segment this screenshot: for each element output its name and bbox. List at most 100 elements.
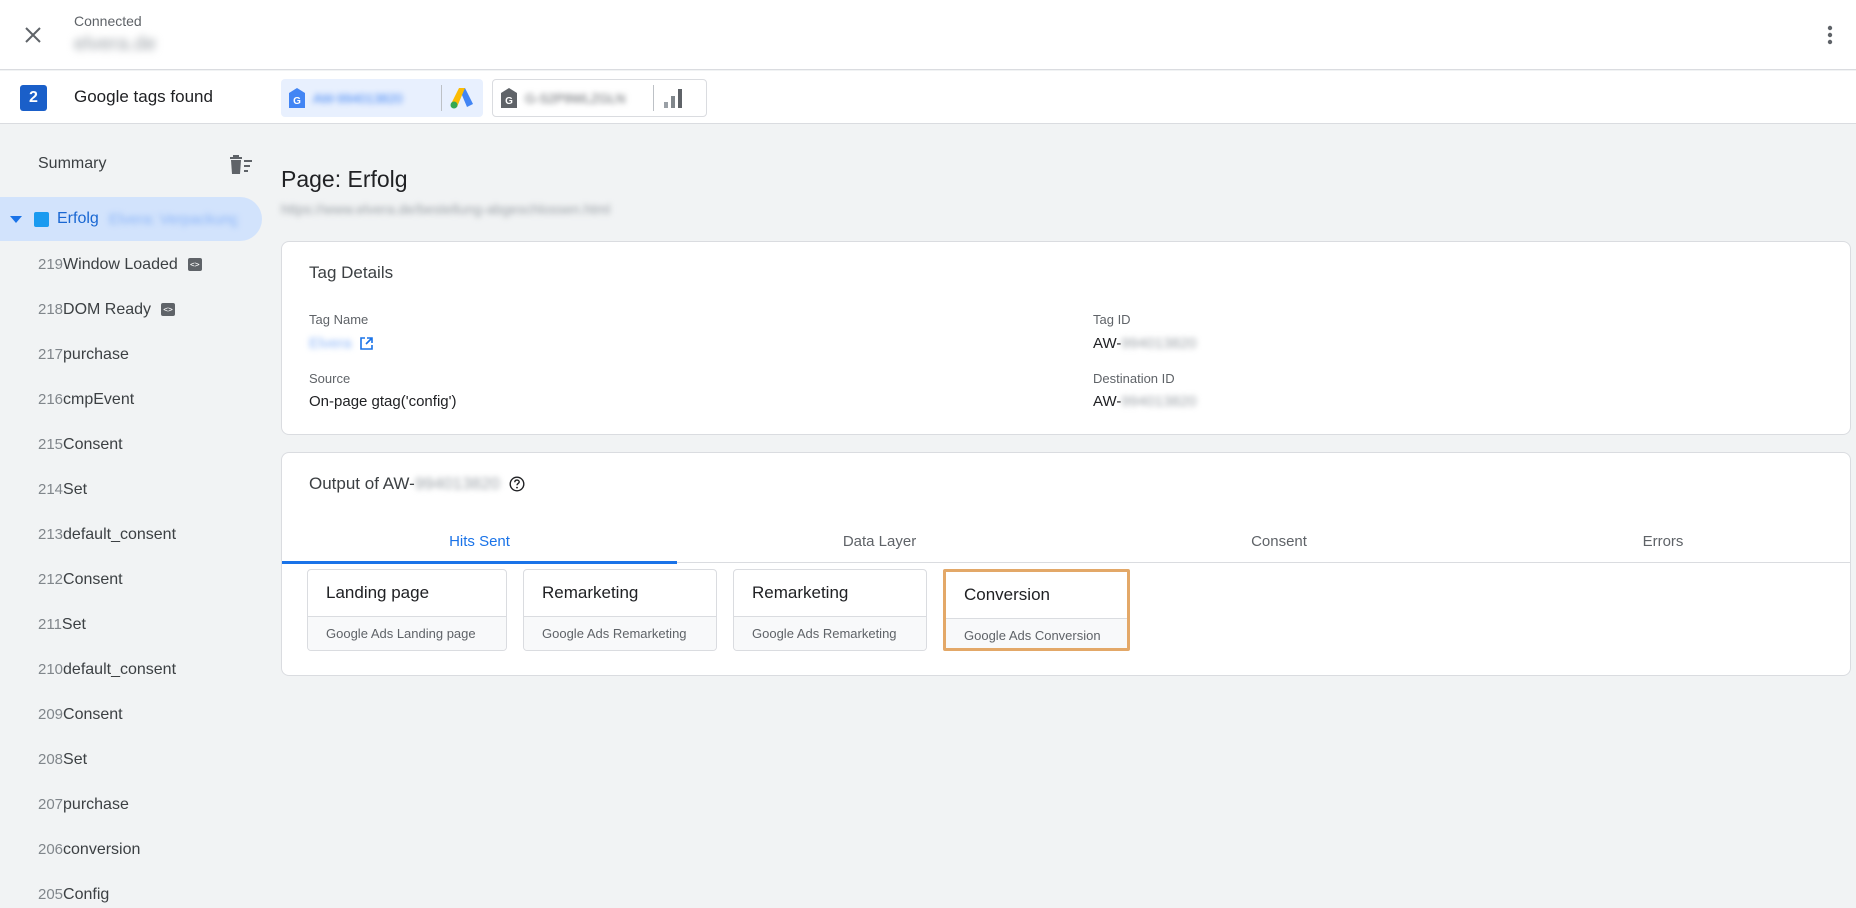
close-button[interactable] [20, 22, 46, 48]
connected-domain: elvera.de [74, 33, 157, 55]
tag-chip-id: AW-994013820 [313, 90, 403, 106]
tab-data-layer[interactable]: Data Layer [677, 519, 1082, 563]
tags-bar: 2 Google tags found G AW-994013820 G G-S… [0, 71, 1856, 124]
hit-type: Google Ads Remarketing [734, 616, 926, 650]
sidebar-event-item[interactable]: 209 Consent [0, 692, 264, 737]
event-number: 206 [38, 841, 64, 858]
hit-type: Google Ads Landing page [308, 616, 506, 650]
page-title: Page: Erfolg [281, 166, 408, 192]
tags-found-label: Google tags found [74, 87, 213, 106]
sidebar-event-item[interactable]: 213 default_consent [0, 512, 264, 557]
hit-name: Conversion [964, 585, 1050, 604]
page-name: Erfolg [57, 210, 99, 227]
page-url: https://www.elvera.de/bestellung-abgesch… [281, 201, 611, 217]
connection-status: Connected [74, 13, 142, 29]
event-number: 211 [38, 616, 62, 633]
tag-chip-google-analytics[interactable]: G G-S2P9WLZGLN [492, 79, 707, 117]
event-number: 214 [38, 481, 64, 498]
event-label: purchase [63, 795, 129, 813]
google-analytics-icon [664, 89, 682, 108]
event-number: 212 [38, 571, 64, 588]
event-label: Consent [63, 435, 123, 453]
tab-hits-sent[interactable]: Hits Sent [282, 519, 677, 564]
close-icon [25, 27, 41, 43]
sidebar-event-item[interactable]: 205 Config [0, 872, 264, 908]
tag-id-prefix: AW- [1093, 335, 1122, 352]
event-label: cmpEvent [63, 390, 135, 408]
sidebar-event-item[interactable]: 218 DOM Ready <> [0, 287, 264, 332]
code-event-icon: <> [161, 303, 176, 316]
event-number: 209 [38, 706, 64, 723]
sidebar-event-item[interactable]: 214 Set [0, 467, 264, 512]
hit-card-conversion[interactable]: Conversion Google Ads Conversion [943, 569, 1130, 651]
tag-id-value: AW- 994013820 [1093, 335, 1196, 352]
event-number: 213 [38, 526, 64, 543]
event-label: Consent [63, 570, 123, 588]
page-square-icon [34, 211, 49, 227]
delete-sweep-icon [230, 155, 252, 174]
event-label: Set [63, 750, 88, 768]
event-number: 216 [38, 391, 64, 408]
more-menu-button[interactable] [1818, 22, 1842, 48]
tag-chip-id: G-S2P9WLZGLN [525, 90, 626, 106]
event-number: 219 [38, 256, 64, 273]
event-number: 205 [38, 886, 64, 903]
event-number: 215 [38, 436, 64, 453]
sidebar-event-item[interactable]: 210 default_consent [0, 647, 264, 692]
code-event-icon: <> [187, 258, 202, 271]
event-label: Set [63, 480, 88, 498]
output-title-prefix: Output of AW- [309, 474, 415, 493]
tab-errors[interactable]: Errors [1476, 519, 1850, 563]
tag-details-card: Tag Details Tag Name Elvera Tag ID AW- 99… [281, 241, 1851, 435]
tag-count-badge: 2 [20, 85, 47, 111]
hit-card-remarketing[interactable]: Remarketing Google Ads Remarketing [523, 569, 717, 651]
svg-text:G: G [505, 96, 513, 107]
output-title-rest: 994013820 [414, 474, 500, 493]
clear-messages-button[interactable] [228, 154, 254, 176]
svg-text:G: G [293, 96, 301, 107]
source-label: Source [309, 371, 351, 386]
hit-card-remarketing[interactable]: Remarketing Google Ads Remarketing [733, 569, 927, 651]
sidebar-event-item[interactable]: 211 Set [0, 602, 264, 647]
sidebar-event-item[interactable]: 212 Consent [0, 557, 264, 602]
sidebar-page-erfolg[interactable]: Erfolg Elvera: Verpackung [0, 197, 262, 241]
hit-type: Google Ads Conversion [946, 618, 1127, 648]
chip-divider [653, 85, 654, 111]
event-label: Consent [63, 705, 123, 723]
tag-id-rest: 994013820 [1121, 335, 1197, 352]
event-number: 218 [38, 301, 64, 318]
hit-name: Remarketing [542, 583, 639, 602]
event-label: purchase [63, 345, 129, 363]
event-label: DOM Ready [63, 300, 152, 318]
sidebar-event-item[interactable]: 207 purchase [0, 782, 264, 827]
hit-type: Google Ads Remarketing [524, 616, 716, 650]
destination-id-value: AW- 994013820 [1093, 393, 1196, 410]
sidebar: Summary Erfolg Elvera: Verpackung 219 Win… [0, 125, 264, 908]
sidebar-event-item[interactable]: 208 Set [0, 737, 264, 782]
event-number: 207 [38, 796, 64, 813]
top-bar: Connected elvera.de [0, 0, 1856, 70]
tab-consent[interactable]: Consent [1082, 519, 1476, 563]
tag-chip-google-ads[interactable]: G AW-994013820 [281, 79, 483, 117]
sidebar-event-item[interactable]: 215 Consent [0, 422, 264, 467]
tag-name-link[interactable]: Elvera [309, 335, 374, 352]
source-value: On-page gtag('config') [309, 393, 457, 410]
hits-list: Landing page Google Ads Landing page Rem… [307, 569, 1146, 651]
sidebar-event-item[interactable]: 206 conversion [0, 827, 264, 872]
google-tag-icon: G [501, 88, 517, 108]
tag-name-value: Elvera [309, 335, 352, 352]
summary-link[interactable]: Summary [38, 155, 106, 173]
event-label: Set [61, 615, 86, 633]
event-label: conversion [63, 840, 141, 858]
event-number: 210 [38, 661, 64, 678]
event-label: Window Loaded [63, 255, 178, 273]
destination-id-label: Destination ID [1093, 371, 1175, 386]
sidebar-event-item[interactable]: 217 purchase [0, 332, 264, 377]
destination-id-rest: 994013820 [1121, 393, 1197, 410]
sidebar-event-item[interactable]: 216 cmpEvent [0, 377, 264, 422]
hit-card-landing-page[interactable]: Landing page Google Ads Landing page [307, 569, 507, 651]
expand-arrow-icon [10, 215, 22, 223]
sidebar-event-item[interactable]: 219 Window Loaded <> [0, 242, 264, 287]
help-icon[interactable] [509, 476, 525, 492]
hit-name: Landing page [326, 583, 430, 602]
